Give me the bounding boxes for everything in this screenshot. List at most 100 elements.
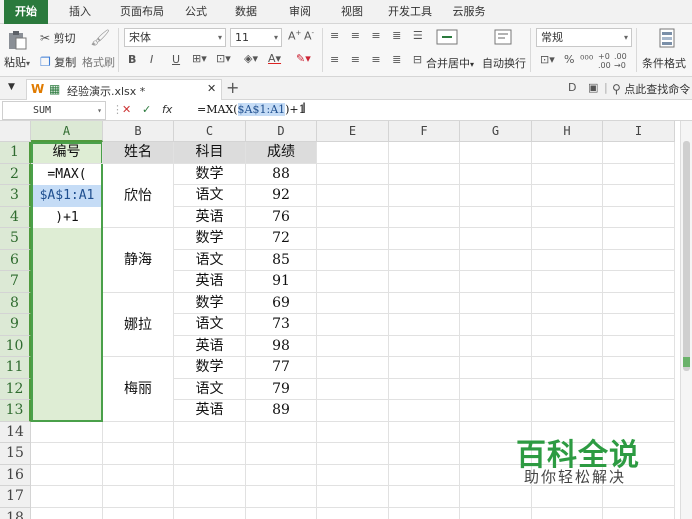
score-cell[interactable]: 77 [246, 357, 317, 379]
row-header-16[interactable]: 16 [0, 464, 31, 486]
cell[interactable] [460, 314, 532, 336]
cell[interactable] [246, 464, 317, 486]
subject-cell[interactable]: 语文 [174, 185, 246, 207]
column-header-h[interactable]: H [532, 121, 603, 142]
cell[interactable] [317, 206, 389, 228]
cell[interactable] [460, 163, 532, 185]
underline-button[interactable]: U [172, 53, 180, 66]
cell[interactable] [532, 400, 603, 422]
cell[interactable] [103, 464, 174, 486]
cell[interactable] [532, 142, 603, 164]
subject-cell[interactable]: 数学 [174, 163, 246, 185]
cell[interactable] [174, 443, 246, 465]
row-header-3[interactable]: 3 [0, 185, 31, 207]
decrease-font-icon[interactable]: A- [304, 29, 314, 43]
cell[interactable] [317, 185, 389, 207]
row-header-6[interactable]: 6 [0, 249, 31, 271]
cell[interactable] [389, 443, 460, 465]
cell[interactable] [460, 228, 532, 250]
cell[interactable] [389, 228, 460, 250]
cell[interactable] [317, 400, 389, 422]
row-header-5[interactable]: 5 [0, 228, 31, 250]
score-cell[interactable]: 89 [246, 400, 317, 422]
fill-color-icon[interactable]: ◈▾ [244, 52, 258, 65]
share-icon[interactable]: ▣ [588, 81, 598, 94]
header-cell-id[interactable]: 编号 [31, 142, 103, 164]
column-header-g[interactable]: G [460, 121, 532, 142]
row-header-14[interactable]: 14 [0, 421, 31, 443]
cell[interactable] [389, 249, 460, 271]
paste-icon[interactable] [6, 30, 28, 53]
cell[interactable] [603, 400, 675, 422]
cell[interactable] [389, 357, 460, 379]
name-cell[interactable]: 静海 [103, 228, 174, 293]
cell[interactable] [603, 142, 675, 164]
cell[interactable] [317, 357, 389, 379]
merge-icon[interactable] [436, 29, 458, 48]
cell[interactable] [174, 507, 246, 519]
cell[interactable] [603, 335, 675, 357]
subject-cell[interactable]: 语文 [174, 314, 246, 336]
cell[interactable] [603, 271, 675, 293]
subject-cell[interactable]: 英语 [174, 335, 246, 357]
name-cell[interactable]: 梅丽 [103, 357, 174, 422]
cell[interactable] [460, 292, 532, 314]
copy-button[interactable]: ❐ 复制 [40, 54, 76, 70]
font-size-select[interactable]: 11 ▾ [230, 28, 282, 47]
cell[interactable] [603, 206, 675, 228]
cell[interactable] [317, 335, 389, 357]
cell[interactable] [174, 486, 246, 508]
tab-data[interactable]: 数据 [226, 0, 266, 24]
score-cell[interactable]: 91 [246, 271, 317, 293]
cell[interactable] [389, 378, 460, 400]
cell[interactable] [31, 486, 103, 508]
cut-button[interactable]: ✂ 剪切 [40, 30, 76, 46]
column-header-e[interactable]: E [317, 121, 389, 142]
cell[interactable] [532, 357, 603, 379]
cell[interactable] [603, 249, 675, 271]
score-cell[interactable]: 92 [246, 185, 317, 207]
cell[interactable] [389, 185, 460, 207]
number-format-select[interactable]: 常规 ▾ [536, 28, 632, 47]
row-header-17[interactable]: 17 [0, 486, 31, 508]
cell[interactable] [532, 486, 603, 508]
row-header-7[interactable]: 7 [0, 271, 31, 293]
vertical-scrollbar[interactable] [680, 121, 692, 519]
cell[interactable] [603, 507, 675, 519]
cell[interactable] [103, 507, 174, 519]
column-header-i[interactable]: I [603, 121, 675, 142]
subject-cell[interactable]: 数学 [174, 357, 246, 379]
cell[interactable] [389, 335, 460, 357]
tab-home[interactable]: 开始 [4, 0, 48, 24]
cell[interactable] [603, 378, 675, 400]
row-header-1[interactable]: 1 [0, 142, 31, 164]
scrollbar-thumb[interactable] [683, 141, 690, 371]
cell[interactable] [317, 142, 389, 164]
conditional-format-button[interactable]: 条件格式 [642, 55, 686, 71]
cell[interactable] [460, 357, 532, 379]
cell[interactable] [460, 185, 532, 207]
cell[interactable] [246, 507, 317, 519]
cell[interactable] [246, 421, 317, 443]
thousands-icon[interactable]: ⁰⁰⁰ [580, 53, 593, 66]
cell[interactable] [532, 292, 603, 314]
cell[interactable] [532, 185, 603, 207]
vertical-align-icons[interactable]: ≡ ≡ ≡ ≣ ☰ [330, 29, 427, 42]
select-all-corner[interactable] [0, 121, 31, 142]
column-header-b[interactable]: B [103, 121, 174, 142]
cell[interactable] [603, 292, 675, 314]
name-cell[interactable]: 娜拉 [103, 292, 174, 357]
cell[interactable] [603, 357, 675, 379]
row-header-15[interactable]: 15 [0, 443, 31, 465]
cell[interactable] [460, 400, 532, 422]
cell[interactable] [389, 464, 460, 486]
cell[interactable] [246, 443, 317, 465]
cell[interactable] [532, 271, 603, 293]
cell[interactable] [603, 486, 675, 508]
row-header-18[interactable]: 18 [0, 507, 31, 519]
cell[interactable] [532, 378, 603, 400]
cell[interactable] [532, 335, 603, 357]
cell[interactable] [317, 314, 389, 336]
cell[interactable] [317, 292, 389, 314]
merge-center-button[interactable]: 合并居中▾ [426, 55, 474, 71]
